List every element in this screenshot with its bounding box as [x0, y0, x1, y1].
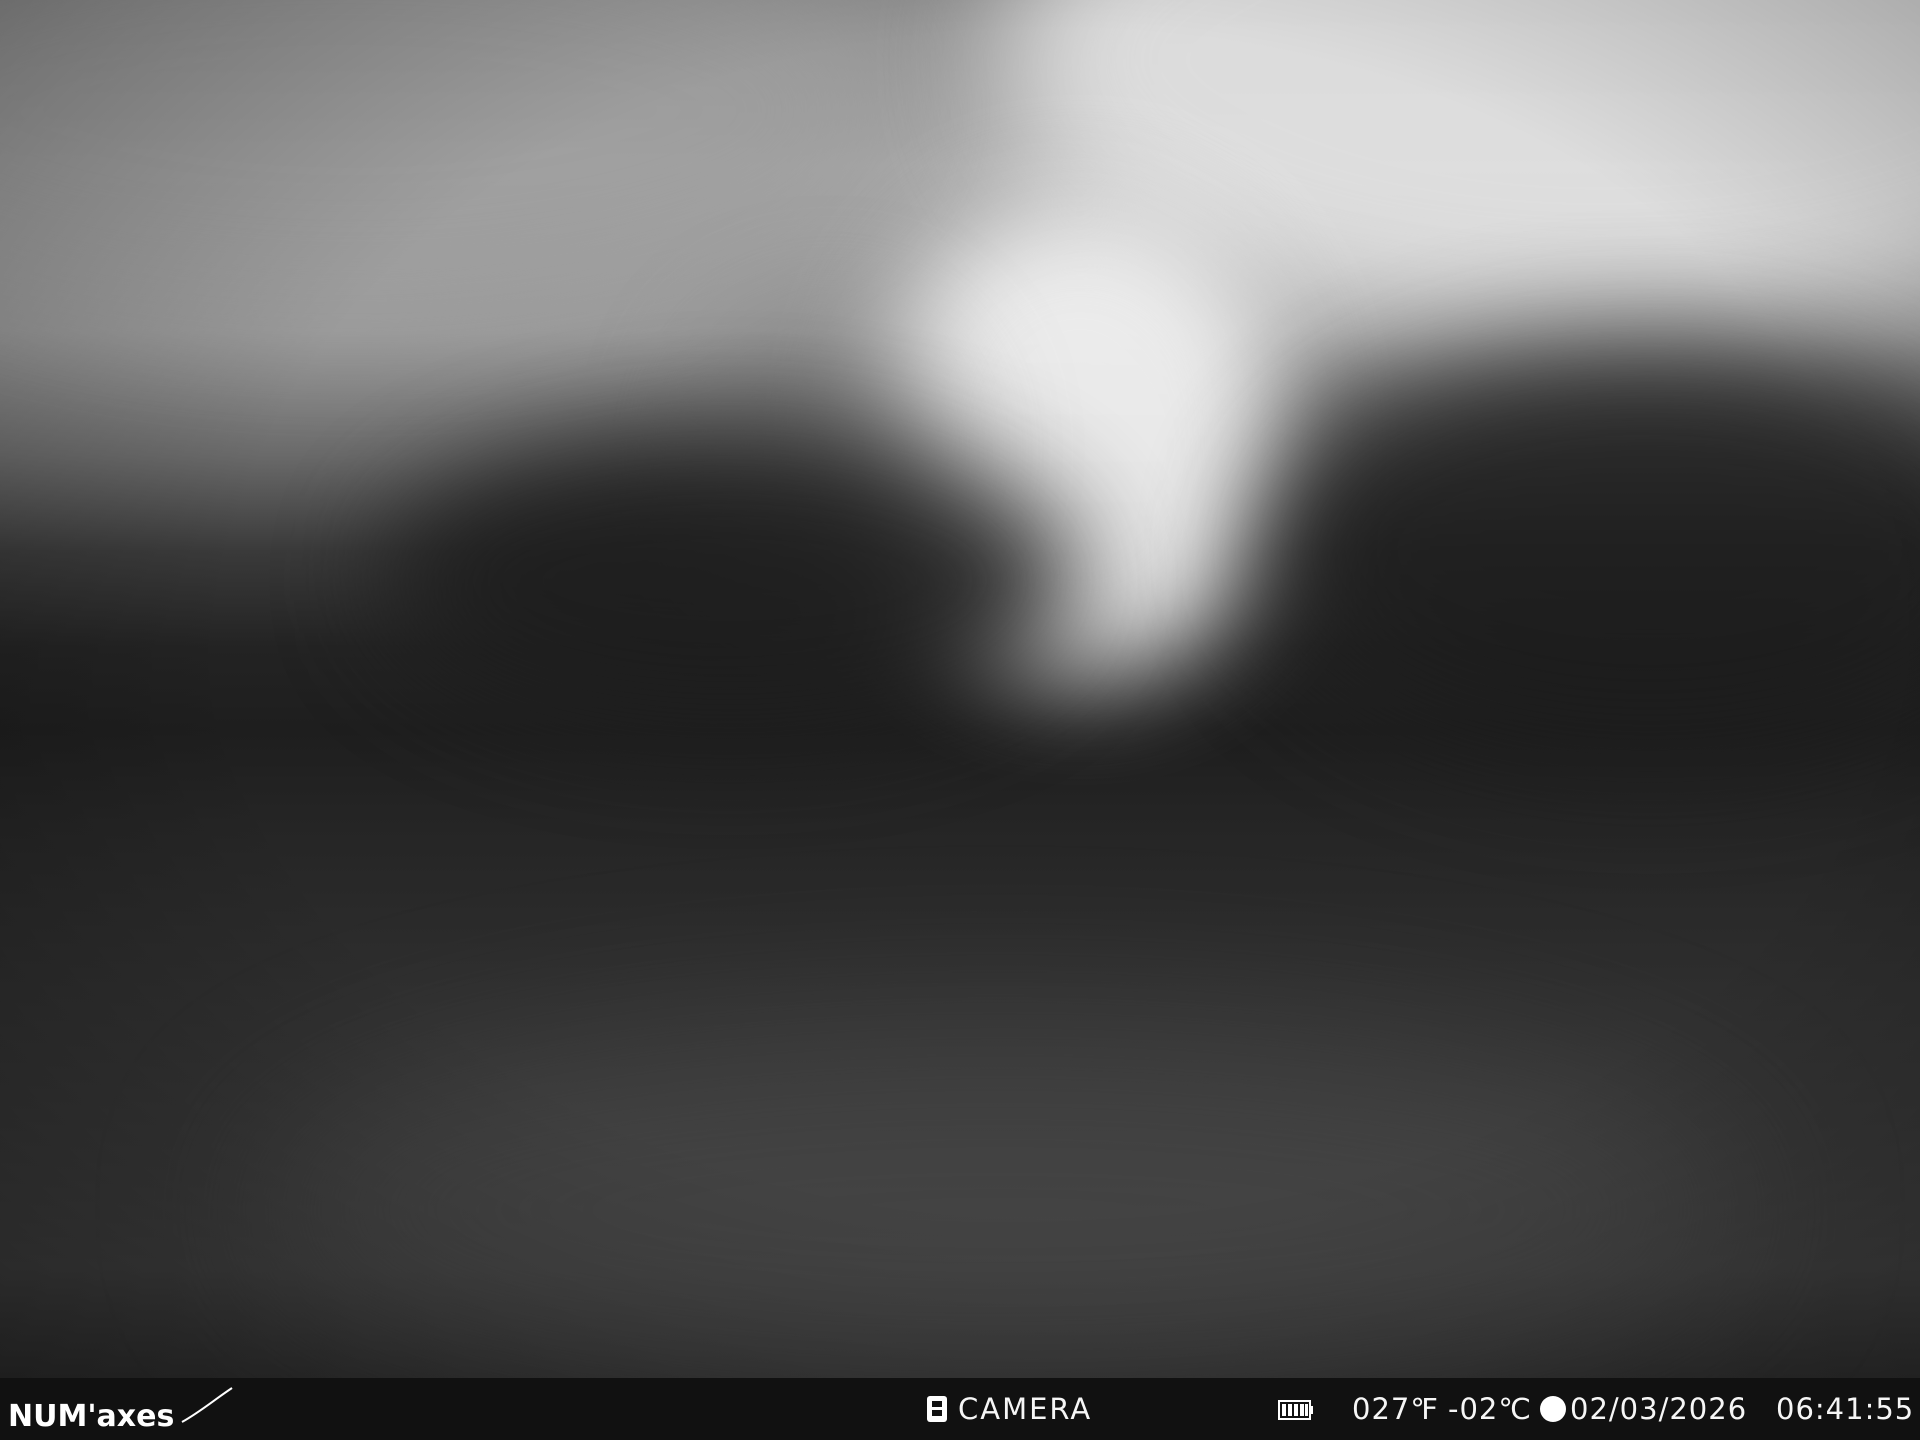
date-stamp: 02/03/2026 [1570, 1392, 1748, 1426]
mode-label: CAMERA [958, 1392, 1093, 1426]
temperature-fahrenheit: 027℉ [1352, 1392, 1439, 1426]
camera-icon [927, 1396, 947, 1422]
night-scene-photo [0, 0, 1920, 1378]
trail-camera-frame: NUM'axes CAMERA 027℉ -02℃ 02/03/2026 06:… [0, 0, 1920, 1440]
time-stamp: 06:41:55 [1776, 1392, 1915, 1426]
battery-icon [1278, 1400, 1313, 1420]
date-group: 02/03/2026 [1540, 1392, 1747, 1426]
info-bar: NUM'axes CAMERA 027℉ -02℃ 02/03/2026 06:… [0, 1378, 1920, 1440]
vignette [0, 0, 1920, 1378]
brand-name: NUM'axes [8, 1399, 175, 1434]
brand-swoosh-icon [181, 1387, 233, 1423]
brand-logo: NUM'axes [8, 1386, 233, 1436]
full-moon-icon [1540, 1396, 1566, 1422]
mode-indicator: CAMERA [926, 1392, 1092, 1426]
temperature-celsius: -02℃ [1448, 1392, 1532, 1426]
